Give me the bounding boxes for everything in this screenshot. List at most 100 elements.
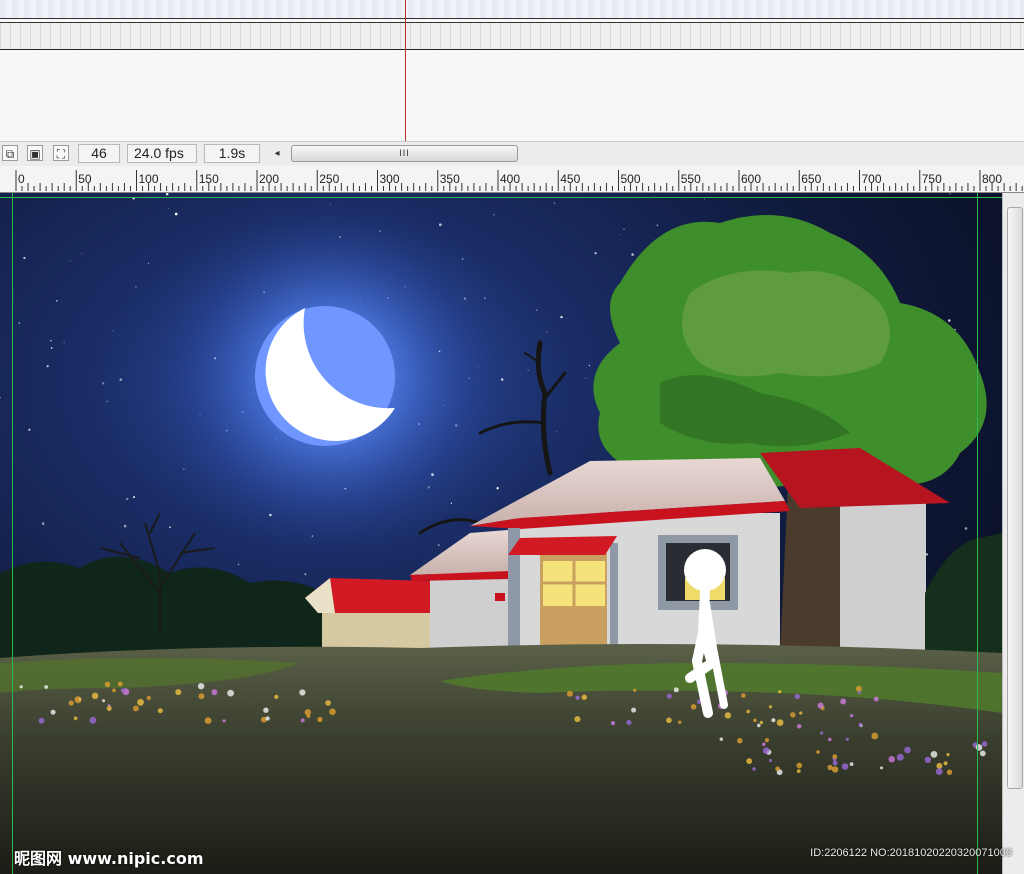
flower: [831, 766, 839, 773]
star: [619, 234, 620, 236]
ruler-label: 350: [440, 172, 460, 186]
star: [123, 524, 127, 528]
flower: [746, 709, 750, 714]
flower: [741, 693, 746, 698]
star: [536, 309, 538, 311]
star: [594, 252, 597, 255]
crescent-moon: [255, 306, 395, 446]
vertical-scroll-thumb[interactable]: [1007, 207, 1023, 789]
flower: [157, 708, 163, 714]
flower: [794, 693, 800, 700]
stage-canvas[interactable]: [0, 193, 1002, 874]
flower: [117, 681, 123, 687]
flower: [771, 718, 776, 723]
flower: [227, 689, 235, 697]
flower: [104, 681, 111, 688]
guide-top[interactable]: [0, 197, 1002, 198]
flower: [850, 714, 854, 718]
flower: [631, 707, 637, 713]
watermark-left: 昵图网 www.nipic.com: [14, 849, 204, 868]
flower: [197, 683, 205, 690]
flower: [924, 756, 932, 764]
star: [70, 260, 71, 262]
flower: [666, 693, 672, 699]
flower: [317, 716, 323, 723]
star: [50, 347, 53, 349]
flower: [211, 689, 218, 696]
edit-multiple-frames-icon[interactable]: ⛶: [53, 145, 69, 161]
flower: [610, 721, 616, 726]
flower: [832, 760, 838, 766]
flower: [936, 762, 943, 769]
stage-area[interactable]: [0, 193, 1024, 874]
timeline-panel: [0, 0, 1024, 141]
star: [438, 544, 440, 546]
flower: [775, 766, 780, 772]
playhead[interactable]: [405, 0, 406, 141]
ruler-label: 450: [560, 172, 580, 186]
ruler-label: 0: [18, 172, 25, 186]
flower: [575, 695, 580, 700]
flower: [633, 688, 637, 692]
flower: [828, 737, 832, 742]
flower: [300, 718, 305, 723]
ruler-label: 800: [982, 172, 1002, 186]
flower: [858, 690, 862, 694]
star: [63, 341, 65, 343]
flower: [790, 712, 796, 718]
flower: [796, 724, 802, 729]
flower: [146, 695, 151, 701]
flower: [946, 769, 953, 775]
star: [55, 299, 58, 302]
ruler-label: 750: [922, 172, 942, 186]
flower: [222, 719, 226, 723]
flower: [204, 717, 212, 724]
timeline-frame-header[interactable]: [0, 0, 1024, 19]
flower: [626, 719, 632, 726]
ruler-label: 300: [380, 172, 400, 186]
flower: [946, 753, 950, 757]
star: [12, 295, 14, 297]
flower: [871, 732, 879, 740]
flower: [666, 717, 672, 724]
star: [948, 319, 951, 322]
flower: [274, 694, 279, 699]
flower: [832, 754, 838, 759]
onion-skin-icon[interactable]: ⧉: [2, 145, 18, 161]
flower: [845, 737, 849, 741]
flower: [888, 756, 895, 763]
star: [147, 262, 150, 264]
flower: [840, 698, 847, 705]
flower: [768, 705, 773, 709]
flower: [133, 705, 139, 712]
star: [964, 527, 968, 530]
star: [23, 256, 26, 259]
flower: [796, 762, 803, 769]
vertical-scrollbar[interactable]: [1002, 193, 1024, 874]
star: [119, 378, 123, 381]
flower: [74, 696, 82, 704]
star: [925, 553, 929, 556]
flower: [91, 692, 99, 699]
star: [704, 198, 705, 200]
flower: [574, 716, 581, 723]
flower: [764, 738, 770, 743]
flower: [690, 704, 697, 710]
scroll-left-icon[interactable]: ◂: [270, 144, 284, 163]
ruler-label: 200: [259, 172, 279, 186]
onion-skin-outline-icon[interactable]: ▣: [27, 145, 43, 161]
watermark-right: ID:2206122 NO:20181020220320071000: [810, 847, 1012, 859]
flower: [724, 712, 732, 719]
flower: [799, 711, 803, 715]
timeline-layer-row[interactable]: [0, 22, 1024, 50]
flower: [306, 714, 311, 718]
flower: [678, 720, 682, 724]
star: [76, 562, 78, 564]
guide-right[interactable]: [977, 193, 978, 874]
flower: [855, 685, 862, 692]
guide-left[interactable]: [12, 193, 13, 874]
star: [112, 330, 114, 332]
flower: [880, 766, 883, 770]
timeline-scrollbar[interactable]: III: [291, 145, 518, 162]
flower: [762, 747, 770, 754]
